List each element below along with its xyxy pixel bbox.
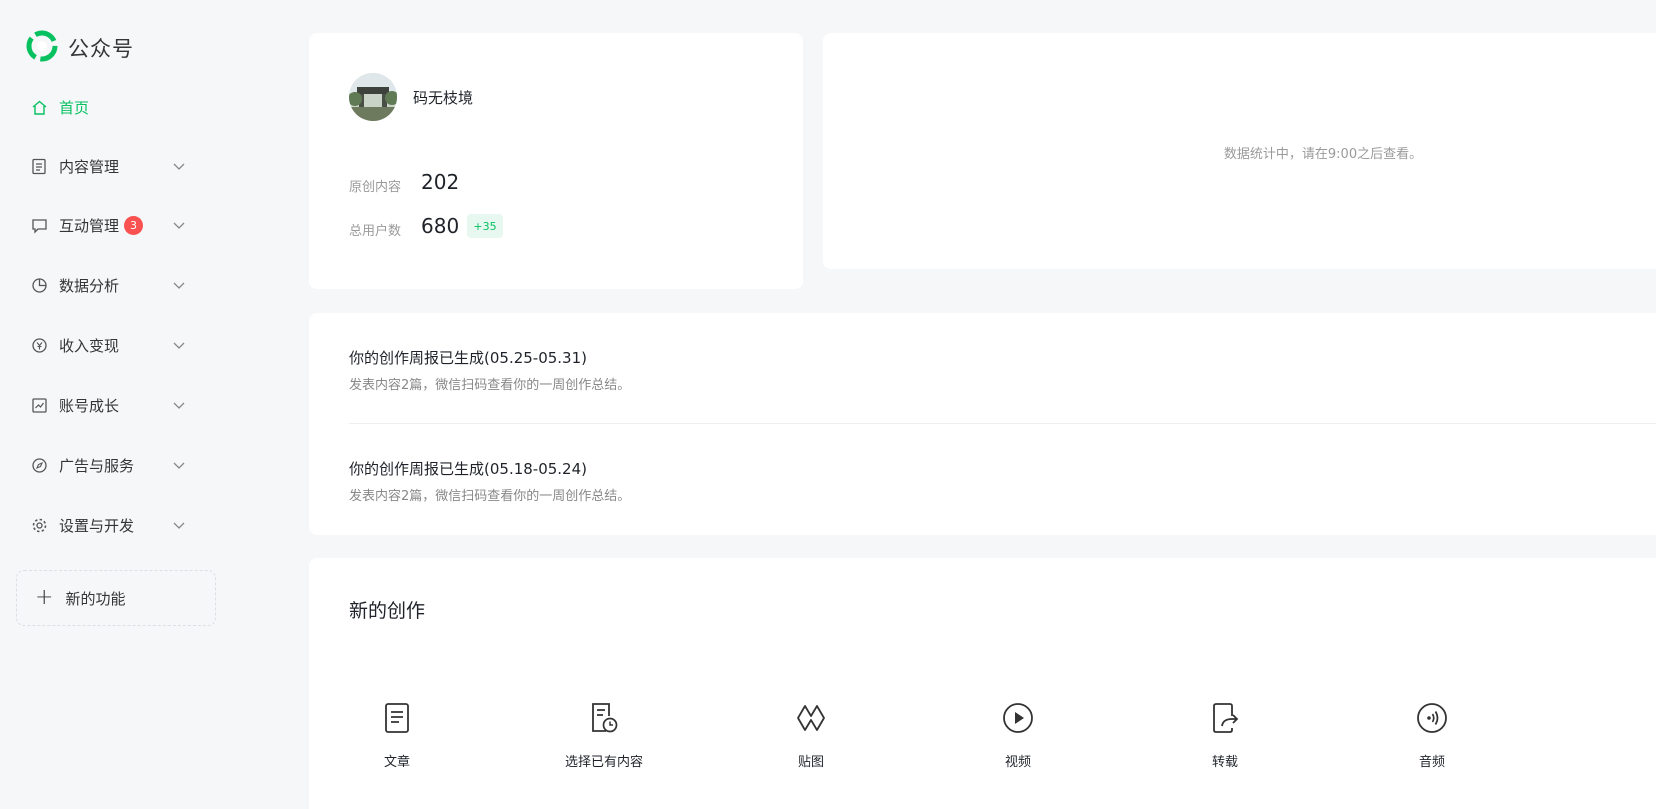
tool-label: 音频 [1418, 755, 1445, 770]
chevron-down-icon [172, 159, 186, 173]
sidebar: 公众号 首页 内容管理 互动管理 3 数据分析 收入变现 账号成长 广告与服务 … [0, 0, 230, 809]
chevron-down-icon [172, 338, 186, 352]
sidebar-item-content[interactable]: 内容管理 [30, 151, 200, 181]
stat-label-users: 总用户数 [349, 224, 402, 239]
section-title: 新的创作 [349, 600, 426, 622]
tool-label: 选择已有内容 [564, 755, 643, 770]
article-icon [377, 698, 417, 738]
new-features-label: 新的功能 [65, 589, 126, 608]
select-existing-content-button[interactable]: 选择已有内容 [544, 698, 664, 770]
sidebar-item-label: 设置与开发 [59, 516, 135, 535]
sidebar-item-label: 广告与服务 [59, 456, 135, 475]
notification-badge: 3 [124, 215, 144, 235]
app-logo[interactable]: 公众号 [26, 30, 134, 66]
create-repost-button[interactable]: 转载 [1165, 698, 1285, 770]
sidebar-item-label: 收入变现 [59, 336, 120, 355]
report-subtitle: 发表内容2篇，微信扫码查看你的一周创作总结。 [349, 489, 631, 504]
sidebar-item-ads-services[interactable]: 广告与服务 [30, 450, 200, 480]
report-title: 你的创作周报已生成(05.25-05.31) [349, 349, 588, 367]
tool-label: 视频 [1004, 755, 1031, 770]
report-subtitle: 发表内容2篇，微信扫码查看你的一周创作总结。 [349, 378, 631, 393]
wechat-official-logo-icon [26, 30, 58, 66]
report-item[interactable]: 你的创作周报已生成(05.25-05.31) 发表内容2篇，微信扫码查看你的一周… [349, 347, 630, 393]
divider [349, 423, 1656, 424]
sidebar-item-interaction[interactable]: 互动管理 3 [30, 210, 200, 240]
account-profile-card: 码无枝境 原创内容 202 总用户数 680 +35 [309, 33, 803, 289]
chevron-down-icon [172, 398, 186, 412]
tool-label: 贴图 [797, 755, 824, 770]
tool-label: 转载 [1211, 755, 1238, 770]
plus-icon: + [35, 585, 54, 610]
video-play-icon [998, 698, 1038, 738]
chevron-down-icon [172, 278, 186, 292]
existing-content-icon [584, 698, 624, 738]
image-post-icon [791, 698, 831, 738]
create-video-button[interactable]: 视频 [958, 698, 1078, 770]
sidebar-item-label: 首页 [59, 98, 90, 117]
new-features-button[interactable]: + 新的功能 [16, 570, 216, 626]
yen-icon [30, 336, 48, 354]
chevron-down-icon [172, 518, 186, 532]
document-icon [30, 157, 48, 175]
account-name[interactable]: 码无枝境 [413, 87, 473, 108]
tool-label: 文章 [383, 755, 410, 770]
sidebar-item-label: 互动管理 [59, 216, 120, 235]
sidebar-item-label: 内容管理 [59, 157, 120, 176]
data-overview-card: 数据统计中，请在9:00之后查看。 [823, 33, 1656, 269]
stat-value-users[interactable]: 680 [421, 214, 459, 238]
repost-icon [1205, 698, 1245, 738]
pie-chart-icon [30, 276, 48, 294]
message-icon [30, 216, 48, 234]
sidebar-item-growth[interactable]: 账号成长 [30, 390, 200, 420]
sidebar-item-settings[interactable]: 设置与开发 [30, 510, 200, 540]
growth-chart-icon [30, 396, 48, 414]
report-item[interactable]: 你的创作周报已生成(05.18-05.24) 发表内容2篇，微信扫码查看你的一周… [349, 458, 630, 504]
stat-value-original[interactable]: 202 [421, 170, 459, 194]
data-pending-note: 数据统计中，请在9:00之后查看。 [1223, 147, 1423, 162]
create-image-post-button[interactable]: 贴图 [751, 698, 871, 770]
sidebar-item-analytics[interactable]: 数据分析 [30, 270, 200, 300]
app-title: 公众号 [68, 37, 134, 61]
new-creation-card: 新的创作 文章 选择已有内容 贴图 视频 转载 音频 [309, 558, 1656, 809]
avatar[interactable] [349, 73, 397, 121]
stat-label-original: 原创内容 [349, 180, 402, 195]
create-audio-button[interactable]: 音频 [1372, 698, 1492, 770]
compass-icon [30, 456, 48, 474]
sidebar-item-home[interactable]: 首页 [30, 92, 200, 122]
sidebar-item-label: 数据分析 [59, 276, 120, 295]
home-icon [30, 98, 48, 116]
chevron-down-icon [172, 458, 186, 472]
users-delta-badge: +35 [467, 214, 503, 238]
create-article-button[interactable]: 文章 [337, 698, 457, 770]
audio-icon [1412, 698, 1452, 738]
chevron-down-icon [172, 218, 186, 232]
sidebar-item-monetization[interactable]: 收入变现 [30, 330, 200, 360]
gear-icon [30, 516, 48, 534]
sidebar-item-label: 账号成长 [59, 396, 120, 415]
report-title: 你的创作周报已生成(05.18-05.24) [349, 460, 588, 478]
weekly-reports-card: 你的创作周报已生成(05.25-05.31) 发表内容2篇，微信扫码查看你的一周… [309, 313, 1656, 535]
